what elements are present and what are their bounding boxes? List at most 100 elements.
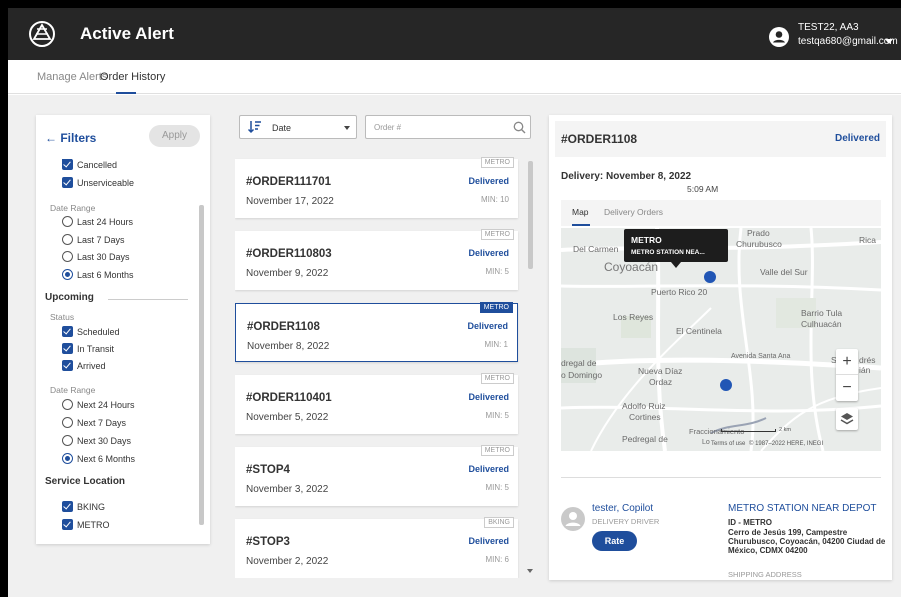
sort-select[interactable]: Date [239,115,357,139]
order-card[interactable]: METRO #ORDER111701 November 17, 2022 Del… [235,157,518,218]
filters-back-button[interactable]: ← Filters [45,131,96,145]
order-detail-panel: #ORDER1108 Delivered Delivery: November … [549,115,892,580]
user-name[interactable]: TEST22, AA3 [798,22,859,33]
app-window: Active Alert TEST22, AA3 testqa680@gmail… [8,8,901,597]
order-date: November 3, 2022 [246,484,329,495]
orders-scrollbar[interactable] [526,155,534,579]
order-id: #ORDER110803 [246,248,332,260]
map-label: Lo [702,439,710,446]
rate-button[interactable]: Rate [592,531,637,551]
past-date-range-label: Date Range [50,203,96,213]
driver-name[interactable]: tester, Copilot [592,503,653,514]
checkbox-checked[interactable] [62,519,73,530]
radio-button[interactable] [62,399,73,410]
map-label: Rica [859,235,877,245]
checkbox-checked[interactable] [62,343,73,354]
user-account-icon[interactable] [769,27,789,47]
radio-button[interactable] [62,435,73,446]
service-location-title: Service Location [45,476,126,487]
order-status: Delivered [468,248,509,258]
map-label: Valle del Sur [760,267,808,277]
map-label: Coyoacán [604,260,659,274]
address-type-label: SHIPPING ADDRESS [728,570,802,579]
upcoming-section-title: Upcoming [45,292,94,303]
radio-button-selected[interactable] [62,269,73,280]
map-terms-link[interactable]: Terms of use [711,441,745,447]
map-label: Los Reyes [613,312,654,322]
radio-button[interactable] [62,417,73,428]
filters-header: ← Filters Apply [36,115,210,155]
delivery-date: Delivery: November 8, 2022 [561,171,692,182]
filters-title: Filters [60,131,97,145]
detail-header: #ORDER1108 Delivered [555,121,886,157]
order-date: November 9, 2022 [246,268,329,279]
order-min: MIN: 1 [484,340,508,349]
order-id: #STOP3 [246,536,290,548]
driver-role: DELIVERY DRIVER [592,517,660,526]
checkbox-checked[interactable] [62,159,73,170]
tab-map[interactable]: Map [572,207,589,217]
order-location-tag: METRO [480,445,514,456]
order-card[interactable]: METRO #ORDER110401 November 5, 2022 Deli… [235,373,518,434]
tab-order-history[interactable]: Order History [100,71,165,83]
filters-scrollbar-thumb[interactable] [199,205,204,525]
order-card[interactable]: BKING #STOP3 November 2, 2022 Delivered … [235,517,518,578]
radio-button[interactable] [62,234,73,245]
map-label: Prado [747,228,770,238]
location-address: Cerro de Jesús 199, Campestre Churubusco… [728,528,886,555]
map-location-pin[interactable] [720,379,732,391]
order-location-tag: METRO [480,373,514,384]
map-label: Puerto Rico 20 [651,287,708,297]
order-card[interactable]: METRO #ORDER110803 November 9, 2022 Deli… [235,229,518,290]
tab-manage-alerts[interactable]: Manage Alerts [37,71,107,83]
location-name[interactable]: METRO STATION NEAR DEPOT [728,503,877,514]
upcoming-status-label: Status [50,312,75,322]
order-card-selected[interactable]: METRO #ORDER1108 November 8, 2022 Delive… [235,302,518,362]
order-status: Delivered [468,536,509,546]
radio-button[interactable] [62,251,73,262]
chevron-down-icon [344,126,350,130]
sort-select-value: Date [272,123,292,133]
tab-delivery-orders[interactable]: Delivery Orders [604,207,663,217]
scroll-down-arrow-icon[interactable] [527,569,533,573]
search-icon[interactable] [513,121,526,134]
checkbox-checked[interactable] [62,326,73,337]
delivery-map[interactable]: Del Carmen Prado Churubusco Rica Coyoacá… [561,228,881,451]
map-copyright: © 1987–2022 HERE, INEGI [749,441,824,447]
detail-divider [561,477,881,478]
driver-avatar-icon [561,507,585,531]
radio-button-selected[interactable] [62,453,73,464]
map-layers-button[interactable] [836,408,858,430]
main-tabs: Manage Alerts Order History [8,60,901,94]
order-status: Delivered [467,321,508,331]
orders-list: METRO #ORDER111701 November 17, 2022 Del… [235,151,535,578]
map-location-pin[interactable] [704,271,716,283]
order-search-input[interactable] [374,121,504,134]
map-pin-tooltip: METRO METRO STATION NEA... [624,229,728,268]
user-menu-chevron-down-icon[interactable] [885,39,893,44]
top-bar: Active Alert TEST22, AA3 testqa680@gmail… [8,8,901,60]
layers-icon [840,413,854,425]
order-location-tag: BKING [484,517,514,528]
map-label: El Centinela [676,326,722,336]
order-min: MIN: 5 [485,267,509,276]
filters-scrollbar[interactable] [198,155,204,530]
map-label: Nueva Díaz [638,366,683,376]
section-divider [108,299,188,300]
radio-button[interactable] [62,216,73,227]
map-label: Barrio Tula [801,308,843,318]
upcoming-date-range-label: Date Range [50,385,96,395]
order-id: #ORDER1108 [247,321,320,333]
order-card[interactable]: METRO #STOP4 November 3, 2022 Delivered … [235,445,518,506]
orders-scrollbar-thumb[interactable] [528,161,533,269]
user-email[interactable]: testqa680@gmail.com [798,36,898,47]
checkbox-checked[interactable] [62,177,73,188]
map-label: drés [859,355,876,365]
apply-button[interactable]: Apply [149,125,200,147]
checkbox-checked[interactable] [62,360,73,371]
checkbox-checked[interactable] [62,501,73,512]
zoom-in-button[interactable]: + [836,349,858,375]
order-location-tag: METRO [479,302,513,313]
zoom-out-button[interactable]: − [836,375,858,401]
order-search-field[interactable] [365,115,531,139]
